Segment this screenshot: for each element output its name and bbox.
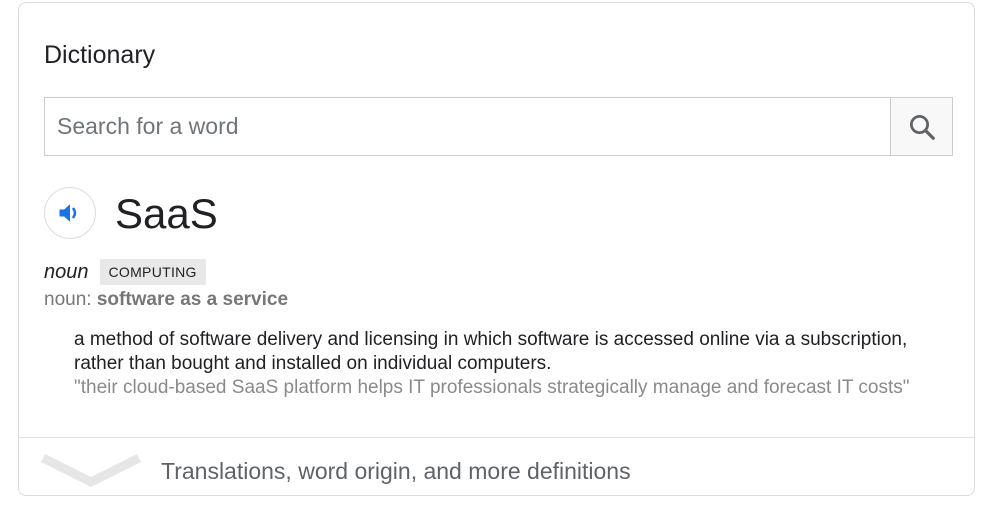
speaker-icon (59, 204, 77, 222)
more-definitions-label: Translations, word origin, and more defi… (161, 458, 631, 484)
part-of-speech-line: noun COMPUTING (44, 259, 206, 285)
abbreviation-expansion: software as a service (96, 289, 289, 310)
headword: SaaS (115, 190, 218, 237)
domain-tag: COMPUTING (99, 259, 206, 285)
chevron-down-icon (41, 453, 141, 488)
search-button[interactable] (890, 98, 952, 155)
example-sentence: "their cloud-based SaaS platform helps I… (74, 377, 910, 398)
abbreviation-prefix: noun: (44, 289, 97, 310)
dictionary-card: Dictionary SaaS noun COMPUTING noun: sof… (18, 2, 975, 496)
abbreviation-line: noun: software as a service (44, 289, 288, 311)
search-icon (909, 114, 935, 140)
more-definitions-button[interactable]: Translations, word origin, and more defi… (19, 438, 974, 496)
search-box (44, 97, 953, 156)
pronunciation-button[interactable] (44, 187, 96, 239)
card-title: Dictionary (44, 41, 156, 69)
search-input[interactable] (45, 98, 890, 155)
definition-text: a method of software delivery and licens… (74, 329, 908, 374)
part-of-speech: noun (44, 260, 89, 283)
